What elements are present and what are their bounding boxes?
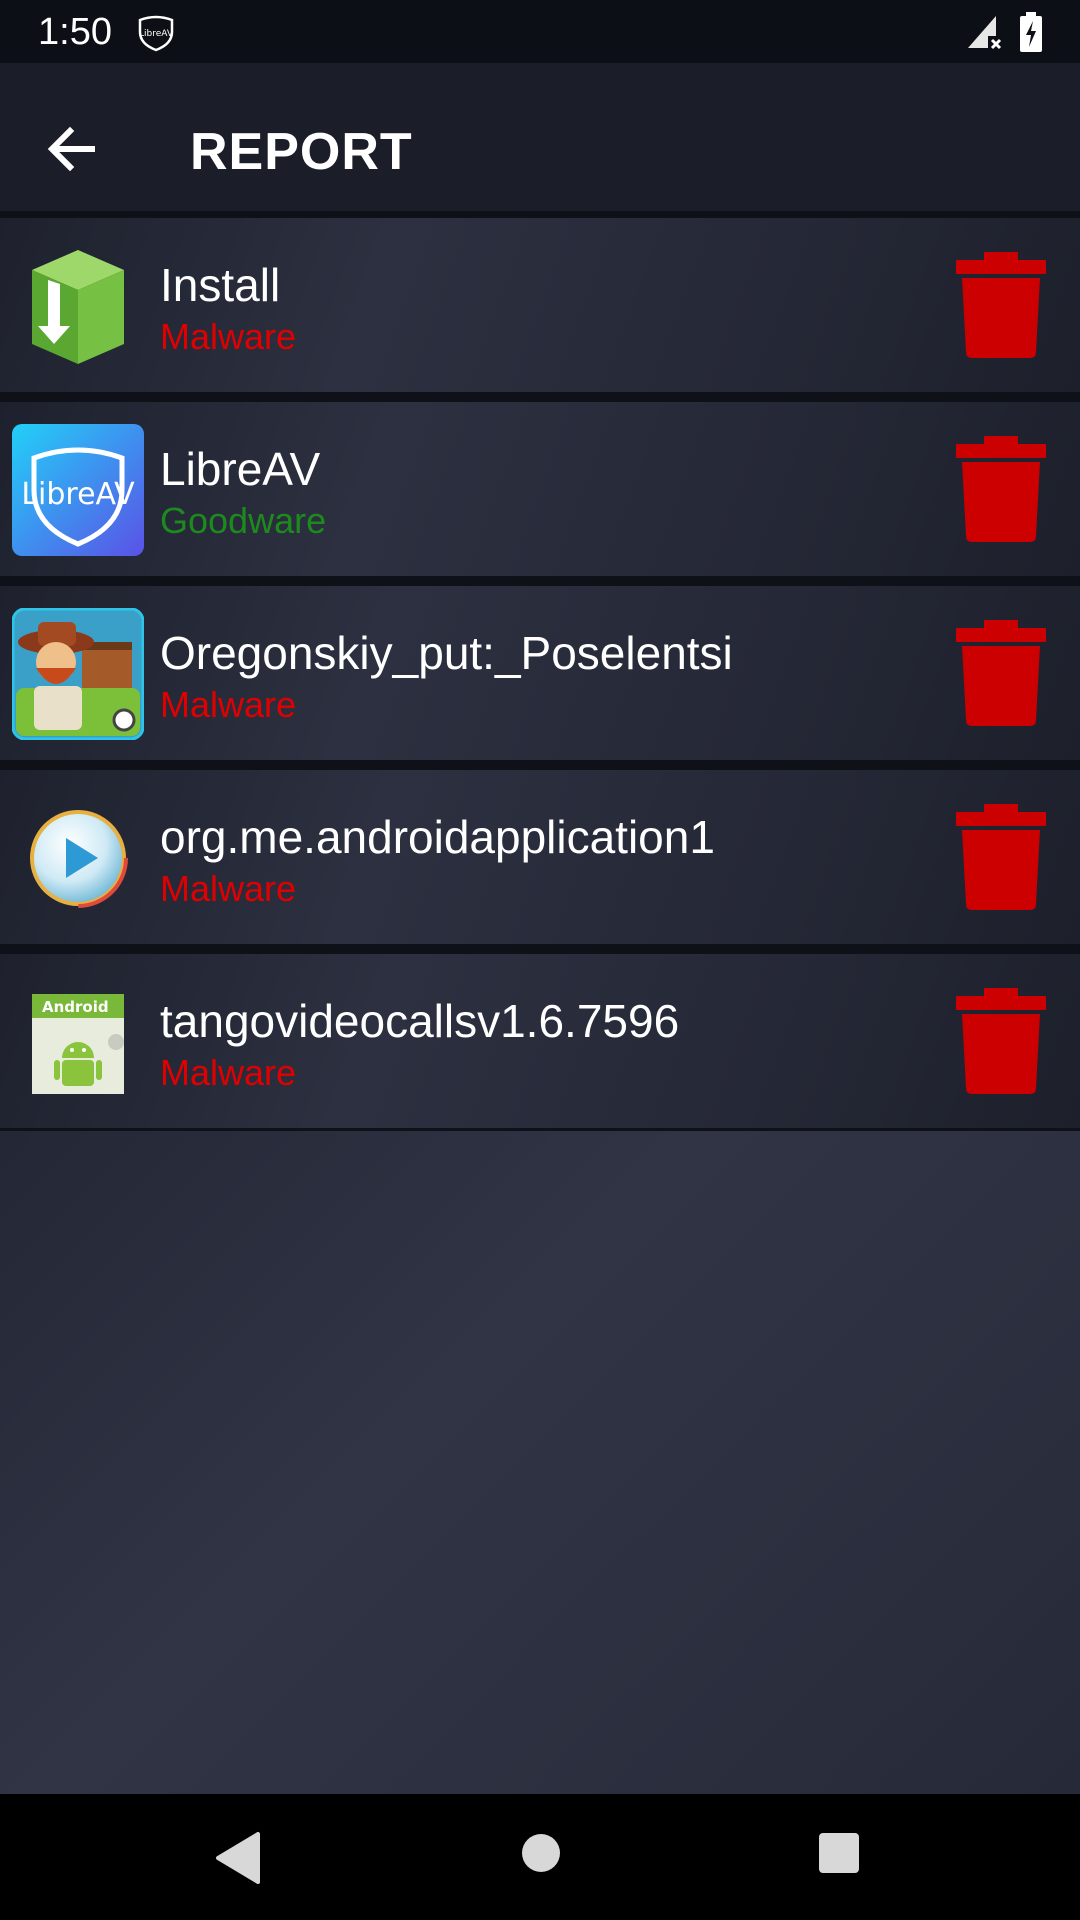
app-name: LibreAV — [160, 443, 321, 495]
battery-charging-icon — [1020, 12, 1042, 52]
trash-icon[interactable] — [956, 252, 1046, 358]
triangle-back-icon[interactable] — [212, 1830, 262, 1886]
app-name: Oregonskiy_put:_Poselentsi — [160, 627, 733, 679]
app-status: Malware — [160, 868, 297, 909]
svg-text:LibreAV: LibreAV — [139, 29, 174, 39]
trash-icon[interactable] — [956, 988, 1046, 1094]
trash-icon[interactable] — [956, 436, 1046, 542]
app-status: Goodware — [160, 500, 327, 541]
list-item[interactable]: LibreAV LibreAV Goodware — [0, 402, 1080, 576]
list-item[interactable]: Install Malware — [0, 218, 1080, 392]
signal-no-data-icon — [968, 16, 1002, 50]
svg-text:Android: Android — [42, 998, 109, 1016]
square-recents-icon[interactable] — [818, 1832, 860, 1874]
app-name: Install — [160, 259, 281, 311]
game-cowboy-icon — [12, 608, 144, 740]
libreav-shield-icon: LibreAV — [12, 424, 144, 556]
app-status: Malware — [160, 1052, 297, 1093]
libreav-shield-icon: LibreAV — [138, 15, 174, 52]
app-name: tangovideocallsv1.6.7596 — [160, 995, 680, 1047]
circle-home-icon[interactable] — [520, 1832, 562, 1874]
list-item[interactable]: Oregonskiy_put:_Poselentsi Malware — [0, 586, 1080, 760]
app-name: org.me.androidapplication1 — [160, 811, 715, 863]
empty-content-area — [0, 1131, 1080, 1794]
system-nav-bar — [0, 1794, 1080, 1920]
app-status: Malware — [160, 316, 297, 357]
back-arrow-icon[interactable] — [30, 105, 118, 193]
status-time: 1:50 — [38, 11, 112, 53]
app-bar: REPORT — [0, 63, 1080, 211]
list-item[interactable]: org.me.androidapplication1 Malware — [0, 770, 1080, 944]
android-default-icon: Android — [32, 994, 124, 1094]
install-box-icon — [32, 250, 124, 364]
status-bar: 1:50 LibreAV — [0, 0, 1080, 63]
trash-icon[interactable] — [956, 620, 1046, 726]
svg-text:LibreAV: LibreAV — [21, 477, 135, 512]
list-item[interactable]: Android tangovideocallsv1.6.7596 Malware — [0, 954, 1080, 1128]
trash-icon[interactable] — [956, 804, 1046, 910]
media-play-icon — [28, 808, 128, 908]
page-title: REPORT — [190, 123, 413, 181]
app-status: Malware — [160, 684, 297, 725]
